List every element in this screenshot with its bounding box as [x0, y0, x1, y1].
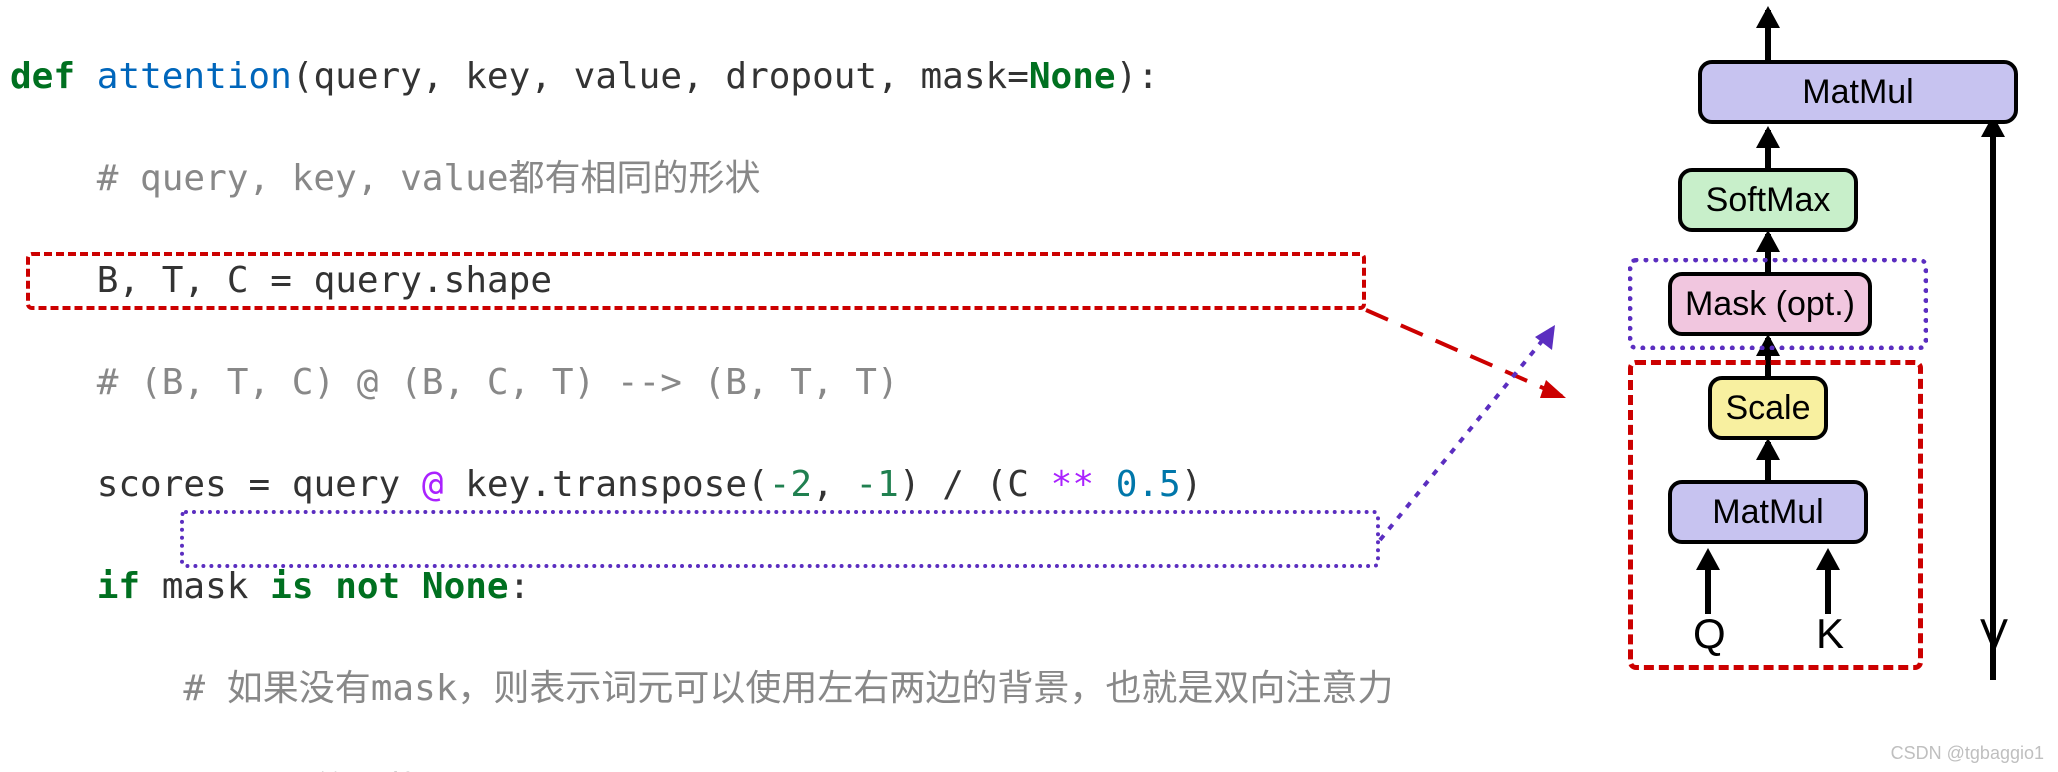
comment-mask-desc: # 如果没有mask，则表示词元可以使用左右两边的背景，也就是双向注意力 [10, 663, 1550, 714]
code-block: def attention(query, key, value, dropout… [10, 0, 1550, 772]
diagram-mask-group [1628, 258, 1928, 350]
comment-matmul: # (B, T, C) @ (B, C, T) --> (B, T, T) [10, 357, 1550, 408]
block-softmax: SoftMax [1678, 168, 1858, 232]
label-v: V [1980, 610, 2008, 658]
watermark: CSDN @tgbaggio1 [1891, 743, 2044, 764]
block-matmul-top: MatMul [1698, 60, 2018, 124]
diagram-scale-matmul-group [1628, 360, 1923, 670]
arrow-softmax-matmul [1756, 126, 1780, 148]
arrow-mask-softmax [1756, 230, 1780, 252]
v-line [1990, 90, 1996, 680]
arrow-out-top [1756, 6, 1780, 28]
highlight-scores-line [26, 252, 1366, 310]
comment-shape: # query, key, value都有相同的形状 [10, 153, 1550, 204]
comment-mask-shape: # mask的形状是(T, T) [10, 765, 1550, 772]
fn-name: attention [97, 56, 292, 97]
kw-def: def [10, 56, 75, 97]
attention-diagram: MatMul SoftMax Mask (opt.) Scale MatMul … [1568, 0, 2048, 770]
highlight-maskedfill-line [180, 510, 1380, 568]
